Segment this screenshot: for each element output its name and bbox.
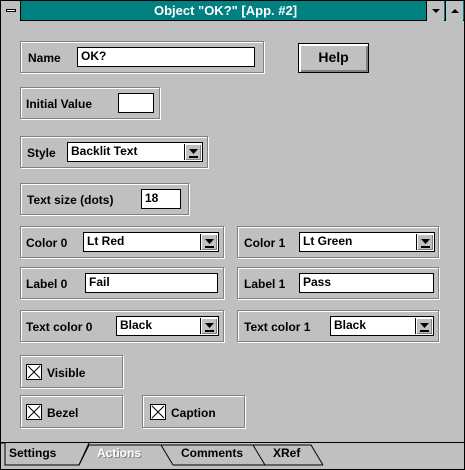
label1-group: Label 1 Pass — [237, 267, 439, 299]
color0-select[interactable]: Lt Red — [83, 232, 219, 252]
color0-dropdown-button[interactable] — [200, 234, 217, 250]
bezel-group[interactable]: Bezel — [20, 395, 123, 428]
caption-group[interactable]: Caption — [142, 395, 245, 428]
style-dropdown-button[interactable] — [184, 144, 201, 160]
style-select-value: Backlit Text — [71, 144, 138, 158]
name-label: Name — [28, 51, 61, 65]
bezel-label: Bezel — [47, 406, 79, 420]
text-color0-group: Text color 0 Black — [20, 310, 224, 342]
text-size-input[interactable]: 18 — [141, 189, 181, 209]
dropdown-arrow-icon — [420, 323, 429, 332]
visible-checkbox[interactable] — [26, 364, 42, 380]
text-color1-dropdown-button[interactable] — [415, 318, 432, 334]
object-properties-window: Object "OK?" [App. #2] Name OK? Help Ini… — [0, 0, 465, 470]
text-size-group: Text size (dots) 18 — [20, 183, 189, 215]
maximize-icon — [451, 9, 459, 13]
text-color0-label: Text color 0 — [26, 320, 93, 334]
text-size-label: Text size (dots) — [27, 193, 114, 207]
label1-input[interactable]: Pass — [299, 273, 434, 293]
text-color1-select-value: Black — [334, 318, 367, 332]
title-bar[interactable]: Object "OK?" [App. #2] — [1, 1, 464, 21]
tab-settings[interactable]: Settings — [9, 443, 56, 465]
color0-label: Color 0 — [26, 236, 68, 250]
dropdown-arrow-icon — [205, 239, 214, 248]
dropdown-arrow-icon — [421, 239, 430, 248]
help-button[interactable]: Help — [298, 43, 369, 73]
color1-label: Color 1 — [244, 236, 286, 250]
caption-label: Caption — [171, 406, 216, 420]
tab-comments[interactable]: Comments — [181, 443, 243, 465]
checkbox-checked-icon — [27, 405, 41, 419]
visible-group[interactable]: Visible — [20, 355, 123, 388]
tab-strip: Settings Actions Comments XRef — [1, 442, 464, 469]
label0-input[interactable]: Fail — [85, 273, 218, 293]
text-color1-group: Text color 1 Black — [237, 310, 439, 342]
window-title: Object "OK?" [App. #2] — [153, 3, 298, 18]
tab-actions[interactable]: Actions — [97, 443, 141, 465]
visible-label: Visible — [47, 366, 86, 380]
maximize-button[interactable] — [445, 1, 463, 21]
style-label: Style — [27, 146, 56, 160]
dropdown-arrow-icon — [205, 323, 214, 332]
label1-label: Label 1 — [244, 277, 286, 291]
text-color0-dropdown-button[interactable] — [200, 318, 217, 334]
color0-group: Color 0 Lt Red — [20, 226, 224, 258]
checkbox-checked-icon — [27, 365, 41, 379]
color1-select-value: Lt Green — [303, 234, 353, 248]
text-color0-select-value: Black — [120, 318, 153, 332]
caption-checkbox[interactable] — [150, 404, 166, 420]
label0-group: Label 0 Fail — [20, 267, 224, 299]
color1-group: Color 1 Lt Green — [237, 226, 439, 258]
text-color0-select[interactable]: Black — [116, 316, 219, 336]
system-menu-icon — [6, 9, 16, 12]
color1-select[interactable]: Lt Green — [299, 232, 435, 252]
style-group: Style Backlit Text — [20, 136, 208, 168]
label0-label: Label 0 — [26, 277, 68, 291]
text-color1-label: Text color 1 — [244, 320, 311, 334]
checkbox-checked-icon — [151, 405, 165, 419]
bezel-checkbox[interactable] — [26, 404, 42, 420]
name-input[interactable]: OK? — [77, 47, 255, 67]
initial-value-label: Initial Value — [26, 97, 93, 111]
tab-xref[interactable]: XRef — [273, 443, 300, 465]
dropdown-arrow-icon — [189, 149, 198, 158]
style-select[interactable]: Backlit Text — [67, 142, 203, 162]
minimize-icon — [432, 9, 440, 13]
initial-value-input[interactable] — [118, 93, 154, 113]
color1-dropdown-button[interactable] — [416, 234, 433, 250]
initial-value-group: Initial Value — [20, 87, 160, 119]
system-menu-button[interactable] — [1, 1, 21, 21]
text-color1-select[interactable]: Black — [330, 316, 434, 336]
color0-select-value: Lt Red — [87, 234, 125, 248]
minimize-button[interactable] — [426, 1, 444, 21]
name-group: Name OK? — [20, 41, 264, 73]
